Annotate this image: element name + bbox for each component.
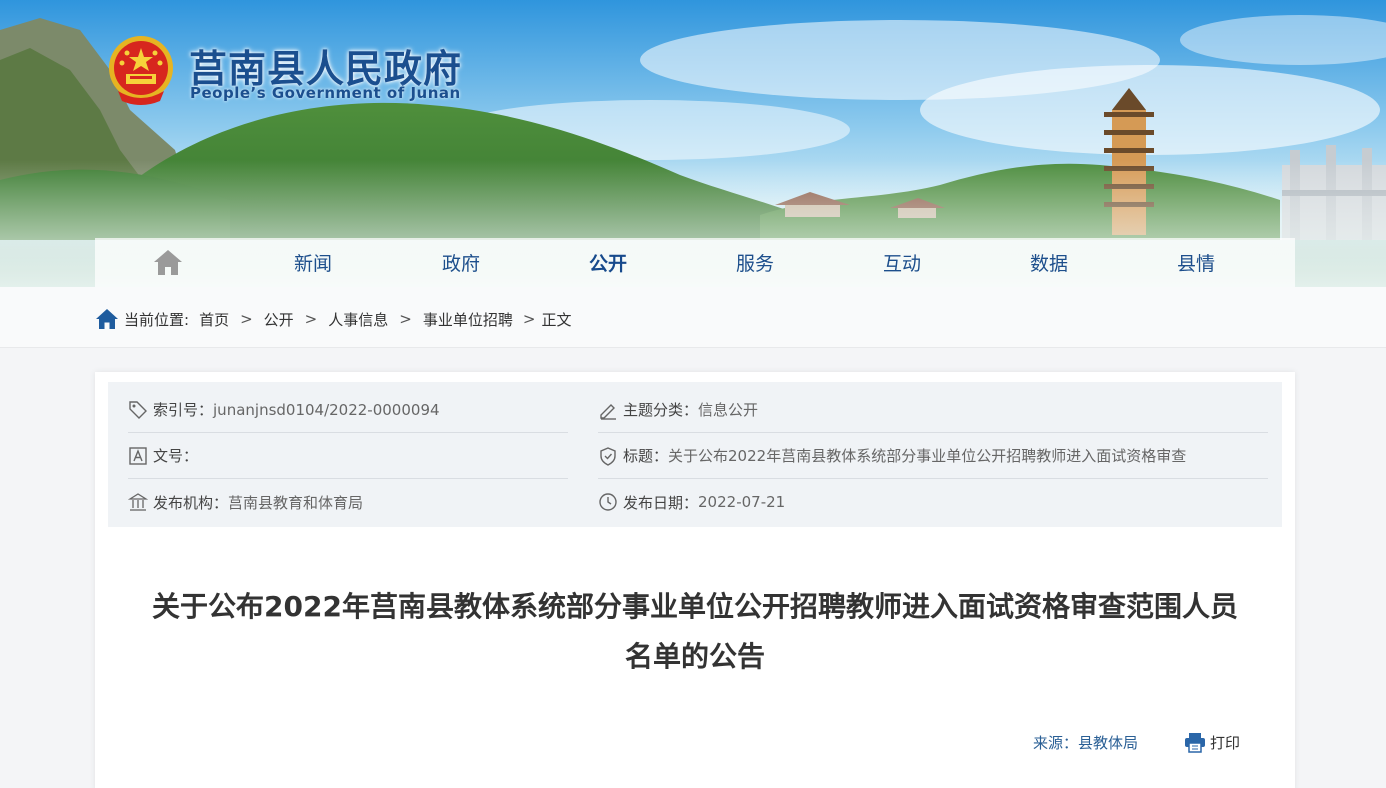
institution-icon (128, 493, 148, 511)
national-emblem-icon (109, 36, 173, 105)
main-nav: 新闻 政府 公开 服务 互动 数据 县情 (95, 238, 1295, 287)
tag-icon (129, 400, 147, 419)
meta-date-label: 发布日期： (623, 493, 699, 512)
meta-docno-label: 文号： (153, 447, 199, 465)
article-card: 索引号： junanjnsd0104/2022-0000094 主题分类： 信息… (95, 372, 1295, 788)
meta-index-label: 索引号： (153, 401, 214, 419)
meta-org-value: 莒南县教育和体育局 (228, 493, 364, 512)
breadcrumb-separator: > (522, 310, 536, 328)
meta-topic-label: 主题分类： (623, 401, 699, 419)
printer-icon (1185, 733, 1205, 753)
breadcrumb-separator: > (240, 310, 253, 328)
breadcrumb-personnel-link[interactable]: 人事信息 (328, 309, 388, 330)
home-icon (96, 309, 118, 329)
header-banner: 莒南县人民政府 People’s Government of Junan 新闻 … (0, 0, 1386, 287)
print-label: 打印 (1210, 733, 1241, 752)
breadcrumb-separator: > (304, 310, 318, 328)
meta-index-row: 索引号： junanjnsd0104/2022-0000094 (128, 387, 568, 433)
breadcrumb-current: 正文 (541, 310, 572, 329)
nav-item-interaction[interactable]: 互动 (883, 249, 921, 276)
meta-org-label: 发布机构： (153, 493, 229, 512)
meta-date-value: 2022-07-21 (698, 493, 786, 511)
breadcrumb-separator: > (399, 310, 412, 328)
meta-title-value: 关于公布2022年莒南县教体系统部分事业单位公开招聘教师进入面试资格审查 (668, 447, 1187, 465)
article-source: 来源：县教体局 (1033, 734, 1139, 752)
nav-item-county-info[interactable]: 县情 (1177, 249, 1215, 276)
nav-item-services[interactable]: 服务 (736, 249, 774, 276)
article-meta-panel: 索引号： junanjnsd0104/2022-0000094 主题分类： 信息… (108, 382, 1282, 527)
nav-item-government[interactable]: 政府 (442, 249, 480, 276)
breadcrumb-public-link[interactable]: 公开 (264, 309, 294, 330)
meta-title-label: 标题： (623, 447, 669, 465)
home-icon[interactable] (153, 248, 183, 276)
breadcrumb-prefix: 当前位置: (124, 310, 190, 329)
breadcrumb: 当前位置: 首页 > 公开 > 人事信息 > 事业单位招聘 > 正文 (95, 307, 571, 331)
clock-icon (599, 493, 617, 511)
meta-date-row: 发布日期： 2022-07-21 (598, 479, 1268, 525)
meta-org-row: 发布机构： 莒南县教育和体育局 (128, 479, 568, 525)
meta-index-value: junanjnsd0104/2022-0000094 (213, 400, 440, 419)
site-subtitle: People’s Government of Junan (190, 84, 461, 102)
breadcrumb-bar: 当前位置: 首页 > 公开 > 人事信息 > 事业单位招聘 > 正文 (0, 287, 1386, 348)
nav-item-news[interactable]: 新闻 (294, 249, 332, 276)
shield-check-icon (600, 446, 616, 466)
article-title: 关于公布2022年莒南县教体系统部分事业单位公开招聘教师进入面试资格审查范围人员… (95, 582, 1295, 682)
pencil-icon (600, 403, 616, 420)
nav-item-data[interactable]: 数据 (1030, 249, 1068, 276)
article-title-line-2: 名单的公告 (624, 640, 765, 673)
breadcrumb-home-link[interactable]: 首页 (199, 309, 229, 330)
document-number-icon (129, 446, 147, 465)
meta-topic-value: 信息公开 (698, 401, 759, 419)
meta-topic-row: 主题分类： 信息公开 (598, 387, 1268, 433)
article-title-line-1: 关于公布2022年莒南县教体系统部分事业单位公开招聘教师进入面试资格审查范围人员 (152, 590, 1238, 623)
nav-item-public[interactable]: 公开 (589, 249, 627, 276)
meta-docno-row: 文号： (128, 433, 568, 479)
breadcrumb-recruitment-link[interactable]: 事业单位招聘 (423, 309, 513, 330)
meta-title-row: 标题： 关于公布2022年莒南县教体系统部分事业单位公开招聘教师进入面试资格审查 (598, 433, 1268, 479)
print-button[interactable]: 打印 (1184, 730, 1240, 754)
